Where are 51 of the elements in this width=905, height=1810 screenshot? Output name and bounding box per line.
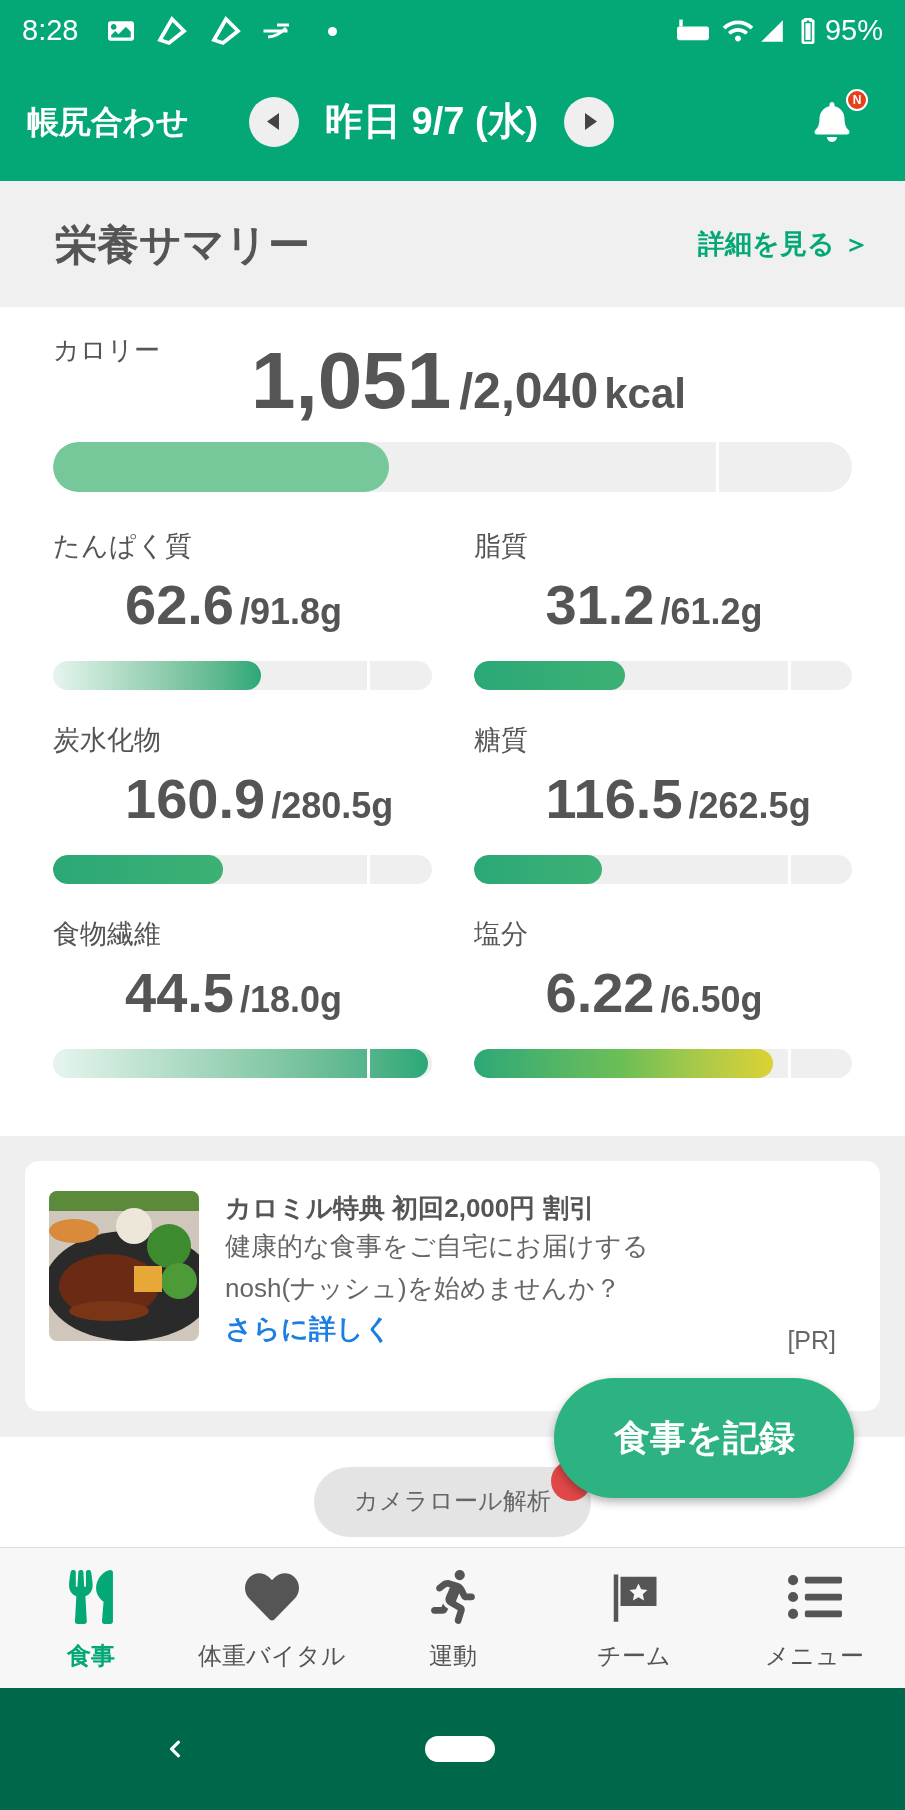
nutrient-target: /280.5g (271, 783, 394, 828)
nutrient-label: 塩分 (473, 918, 529, 951)
nutrient-value: 62.6 (125, 576, 234, 633)
heart-icon (244, 1570, 299, 1624)
bell-icon (812, 101, 852, 142)
image-icon (108, 18, 135, 44)
section-title: 栄養サマリー (55, 219, 310, 270)
nutrient-label: 食物繊維 (53, 918, 162, 951)
wifi-icon (722, 18, 753, 44)
nutrient-value: 44.5 (125, 964, 234, 1021)
nutrient-target: /18.0g (240, 977, 343, 1022)
nutrient-label: 糖質 (473, 724, 529, 757)
nutrient-label: たんぱく質 (53, 530, 193, 563)
notification-badge: N (846, 88, 868, 111)
nutrient-value: 31.2 (545, 576, 655, 633)
camera-roll-chip[interactable]: カメラロール解析 (314, 1467, 591, 1537)
nutrient-target: /262.5g (688, 783, 811, 828)
ad-title: カロミル特典 初回2,000円 割引 (225, 1192, 596, 1225)
ad-text: nosh(ナッシュ)を始めませんか？ (225, 1272, 622, 1305)
status-time: 8:28 (22, 13, 79, 49)
nutrient-value: 6.22 (545, 964, 655, 1021)
calorie-label: カロリー (53, 334, 160, 367)
battery-level: 95% (824, 13, 883, 49)
nutrient-label: 炭水化物 (53, 724, 162, 757)
robot-icon (676, 19, 709, 43)
nutrient-target: /91.8g (240, 589, 343, 634)
left-caret-icon (266, 113, 279, 130)
pr-label: [PR] (787, 1325, 836, 1356)
nutrient-target: /6.50g (660, 977, 763, 1022)
nutrient-value: 116.5 (545, 770, 683, 827)
nutrient-target: /61.2g (660, 589, 763, 634)
nav-tab[interactable]: 食事 (0, 1548, 181, 1688)
right-caret-icon (584, 113, 597, 130)
nutrient-value: 160.9 (125, 770, 266, 827)
calorie-value: 1,051 (251, 341, 452, 421)
signal-icon (758, 18, 785, 44)
details-link[interactable]: 詳細を見る ＞ (698, 223, 870, 265)
nav-tab[interactable]: メニュー (724, 1548, 905, 1688)
nav-tab[interactable]: 運動 (362, 1548, 543, 1688)
screen-title: 帳尻合わせ (27, 102, 189, 142)
calorie-target: /2,040 (459, 362, 599, 421)
date-label: 昨日 9/7 (水) (325, 99, 539, 144)
record-meal-button[interactable]: 食事を記録 (554, 1378, 854, 1498)
nav-tab[interactable]: 体重バイタル (181, 1548, 362, 1688)
nutrient-label: 脂質 (473, 530, 529, 563)
calorie-unit: kcal (604, 369, 686, 419)
ad-text: 健康的な食事をご自宅にお届けする (225, 1230, 650, 1263)
nav-tab[interactable]: チーム (543, 1548, 724, 1688)
home-pill[interactable] (425, 1736, 495, 1762)
previous-day-button[interactable] (249, 96, 299, 147)
more-link[interactable]: さらに詳しく (225, 1309, 392, 1350)
